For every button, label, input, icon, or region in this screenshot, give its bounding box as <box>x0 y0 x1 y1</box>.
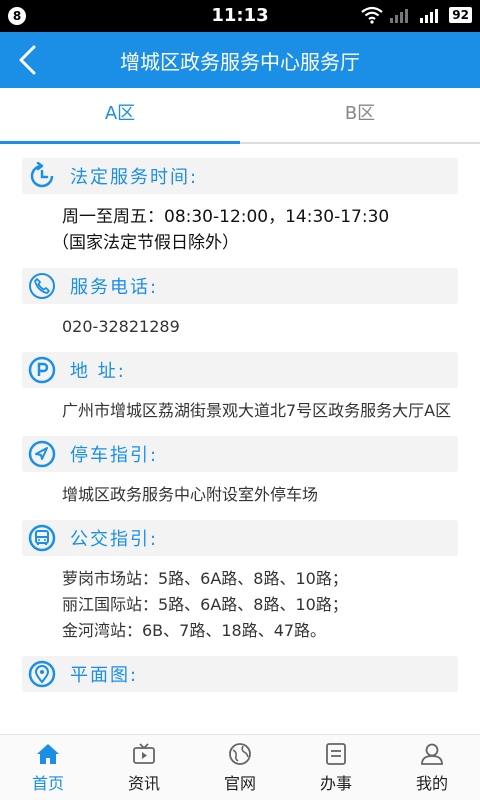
home-icon <box>37 743 59 764</box>
user-icon <box>421 743 443 765</box>
nav-label: 我的 <box>415 773 448 793</box>
nav-home[interactable]: 首页 <box>0 735 96 800</box>
content-area[interactable]: 法定服务时间: 周一至周五：08:30-12:00，14:30-17:30 （国… <box>0 146 480 734</box>
hours-note: （国家法定节假日除外） <box>52 233 239 253</box>
phone-icon <box>28 272 56 300</box>
bus-lines: 萝岗市场站：5路、6A路、8路、10路； 丽江国际站：5路、6A路、8路、10路… <box>0 556 480 644</box>
hours-text: 周一至周五：08:30-12:00，14:30-17:30 （国家法定节假日除外… <box>0 194 480 256</box>
document-icon <box>326 742 346 765</box>
nav-official-site[interactable]: 官网 <box>192 735 288 800</box>
title-bar: 增城区政务服务中心服务厅 <box>0 32 480 88</box>
tv-icon <box>133 742 155 764</box>
clock-icon <box>28 162 56 190</box>
section-bus-label: 公交指引: <box>70 529 159 550</box>
tab-bar: A区 B区 <box>0 88 480 144</box>
battery-level: 92 <box>449 7 472 23</box>
back-button[interactable] <box>8 40 48 80</box>
address-text: 广州市增城区荔湖街景观大道北7号区政务服务大厅A区 <box>62 401 452 420</box>
section-hours-label: 法定服务时间: <box>70 167 199 188</box>
nav-news[interactable]: 资讯 <box>96 735 192 800</box>
section-phone-label: 服务电话: <box>70 277 159 298</box>
parking-icon <box>28 356 56 384</box>
page-title: 增城区政务服务中心服务厅 <box>120 49 360 74</box>
section-address-label: 地 址: <box>70 361 126 382</box>
globe-icon <box>229 742 251 765</box>
nav-label: 办事 <box>319 773 352 793</box>
section-phone-header: 服务电话: <box>22 268 458 304</box>
section-map-header: 平面图: <box>22 656 458 692</box>
status-icons: 92 <box>361 6 472 24</box>
section-hours-header: 法定服务时间: <box>22 158 458 194</box>
tab-b-zone[interactable]: B区 <box>240 88 480 142</box>
section-map-label: 平面图: <box>70 665 139 686</box>
phone-number[interactable]: 020-32821289 <box>0 304 480 340</box>
tab-a-zone[interactable]: A区 <box>0 88 240 144</box>
bottom-navigation: 首页 资讯 官网 办事 我的 <box>0 734 480 800</box>
navigation-icon <box>28 440 56 468</box>
status-bar: 8 11:13 92 <box>0 0 480 32</box>
hours-line: 周一至周五：08:30-12:00，14:30-17:30 <box>62 207 390 227</box>
parking-text: 增城区政务服务中心附设室外停车场 <box>62 485 319 504</box>
section-parking-label: 停车指引: <box>70 445 159 466</box>
bus-line: 丽江国际站：5路、6A路、8路、10路； <box>62 595 348 614</box>
bus-line: 萝岗市场站：5路、6A路、8路、10路； <box>62 569 348 588</box>
signal-icon <box>420 9 439 23</box>
nav-label: 资讯 <box>127 773 160 793</box>
nav-profile[interactable]: 我的 <box>384 735 480 800</box>
nav-label: 首页 <box>31 773 64 793</box>
section-bus-header: 公交指引: <box>22 520 458 556</box>
nav-services[interactable]: 办事 <box>288 735 384 800</box>
bus-icon <box>28 524 56 552</box>
signal-icon <box>390 9 409 23</box>
location-pin-icon <box>28 660 56 688</box>
section-address-header: 地 址: <box>22 352 458 388</box>
bus-line: 金河湾站：6B、7路、18路、47路。 <box>62 621 327 640</box>
nav-label: 官网 <box>223 773 256 793</box>
chevron-left-icon <box>19 45 36 75</box>
section-parking-header: 停车指引: <box>22 436 458 472</box>
wifi-icon <box>361 6 383 24</box>
